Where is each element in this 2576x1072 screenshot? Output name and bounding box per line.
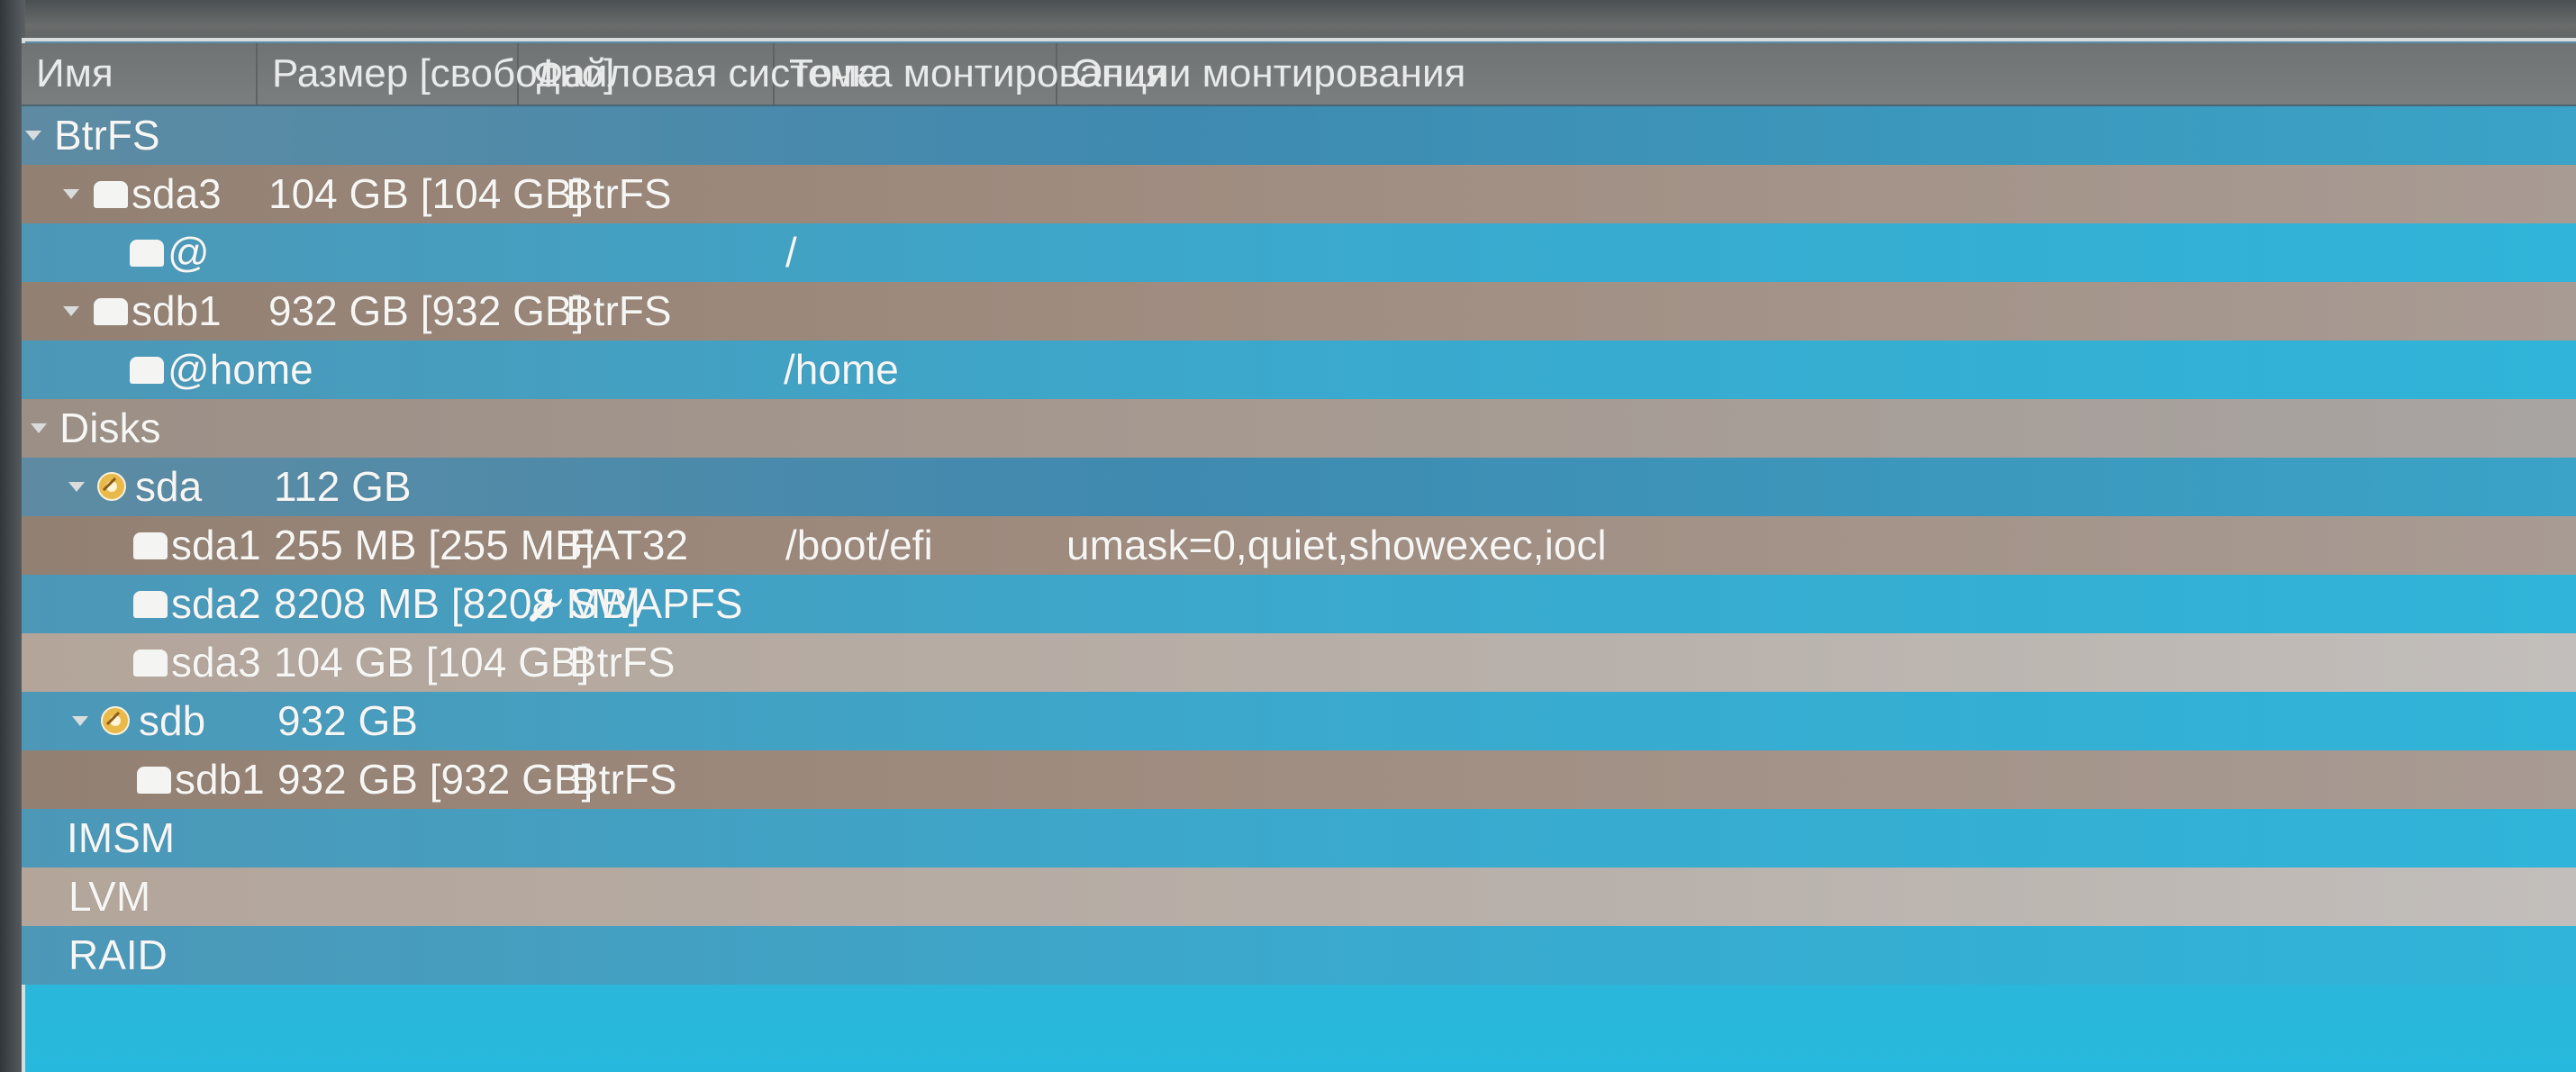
row-name: sdb1 <box>132 287 222 334</box>
row-name: @home <box>168 346 313 393</box>
expand-arrow-icon[interactable] <box>68 482 85 492</box>
expand-arrow-icon[interactable] <box>25 131 41 141</box>
tree-row-disk-sdb[interactable]: sdb 932 GB <box>22 692 2576 750</box>
partition-icon <box>94 181 128 208</box>
partition-icon <box>133 532 168 559</box>
row-mount-point: /home <box>784 346 899 393</box>
column-header-filesystem[interactable]: Файловая система <box>519 43 879 104</box>
row-size: 932 GB [932 GB] <box>277 756 594 803</box>
column-header-mount-options[interactable]: Опции монтирования <box>1057 43 2576 104</box>
disk-icon <box>101 706 130 735</box>
row-name: LVM <box>68 873 151 920</box>
column-header-mount-point[interactable]: Точка монтирования <box>775 43 1167 104</box>
row-size: 932 GB <box>277 697 418 744</box>
row-size: 112 GB <box>274 463 412 510</box>
tree-row-btrfs-sdb1[interactable]: sdb1 932 GB [932 GB] BtrFS <box>22 282 2576 341</box>
column-header-name[interactable]: Имя <box>22 43 258 104</box>
partition-icon <box>133 650 168 677</box>
tree-row-sda1[interactable]: sda1 255 MB [255 MB] FAT32 /boot/efi uma… <box>22 516 2576 575</box>
partition-tree-view[interactable]: Имя Размер [свободно] Файловая система Т… <box>22 38 2576 1072</box>
row-filesystem: BtrFS <box>571 756 677 803</box>
tree-row-lvm-group[interactable]: LVM <box>22 868 2576 926</box>
tree-row-btrfs-sda3[interactable]: sda3 104 GB [104 GB] BtrFS <box>22 165 2576 223</box>
expand-arrow-icon[interactable] <box>63 306 79 316</box>
row-name: @ <box>168 229 210 276</box>
row-name: sda3 <box>171 639 261 686</box>
expand-arrow-icon[interactable] <box>72 716 88 726</box>
row-mount-options: umask=0,quiet,showexec,iocl <box>1066 522 1607 568</box>
partition-icon <box>130 357 164 384</box>
row-filesystem: FAT32 <box>569 522 689 568</box>
row-size: 104 GB [104 GB] <box>268 170 585 217</box>
row-name: sdb1 <box>175 756 265 803</box>
partition-icon <box>130 240 164 267</box>
row-filesystem: BtrFS <box>566 287 672 334</box>
column-header-size[interactable]: Размер [свободно] <box>258 43 614 104</box>
tree-row-imsm-group[interactable]: IMSM <box>22 809 2576 868</box>
tree-row-raid-group[interactable]: RAID <box>22 926 2576 985</box>
row-filesystem: SWAPFS <box>569 580 743 627</box>
tree-row-btrfs-home-subvolume[interactable]: @home /home <box>22 341 2576 399</box>
row-mount-point: / <box>785 229 797 276</box>
partition-icon <box>133 591 168 618</box>
tree-row-sda2[interactable]: sda2 8208 MB [8208 MB] SWAPFS <box>22 575 2576 633</box>
row-filesystem: BtrFS <box>569 639 676 686</box>
row-name: sda1 <box>171 522 261 568</box>
row-size: 932 GB [932 GB] <box>268 287 585 334</box>
window-top-frame <box>0 0 2576 43</box>
expand-arrow-icon[interactable] <box>63 189 79 199</box>
expand-arrow-icon[interactable] <box>31 423 47 433</box>
row-name: IMSM <box>67 814 176 861</box>
tree-row-btrfs-root-subvolume[interactable]: @ / <box>22 223 2576 282</box>
tree-row-btrfs-group[interactable]: BtrFS <box>22 106 2576 165</box>
tree-rows: BtrFS sda3 104 GB [104 GB] BtrFS @ / sdb… <box>22 106 2576 985</box>
partition-icon <box>137 767 171 794</box>
disk-icon <box>97 472 126 501</box>
row-size: 104 GB [104 GB] <box>274 639 590 686</box>
row-name: sda2 <box>171 580 261 627</box>
row-name: sda <box>135 463 203 510</box>
column-header-bar: Имя Размер [свободно] Файловая система Т… <box>22 43 2576 106</box>
row-mount-point: /boot/efi <box>785 522 933 568</box>
row-name: RAID <box>68 931 168 978</box>
row-name: sda3 <box>132 170 222 217</box>
tree-row-disks-group[interactable]: Disks <box>22 399 2576 458</box>
wrench-icon <box>529 589 562 622</box>
tree-row-disk-sda[interactable]: sda 112 GB <box>22 458 2576 516</box>
row-name: Disks <box>59 404 161 451</box>
row-name: BtrFS <box>54 112 160 159</box>
row-size: 255 MB [255 MB] <box>274 522 594 568</box>
tree-row-sda3[interactable]: sda3 104 GB [104 GB] BtrFS <box>22 633 2576 692</box>
row-name: sdb <box>139 697 206 744</box>
partition-icon <box>94 298 128 325</box>
row-filesystem: BtrFS <box>566 170 672 217</box>
tree-row-sdb1[interactable]: sdb1 932 GB [932 GB] BtrFS <box>22 750 2576 809</box>
